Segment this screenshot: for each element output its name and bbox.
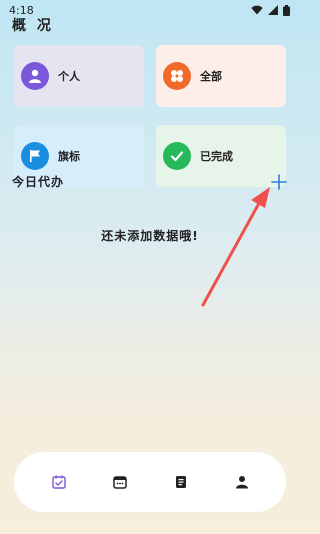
notebook-icon bbox=[175, 476, 186, 488]
person-icon bbox=[235, 476, 248, 489]
nav-today[interactable] bbox=[44, 467, 74, 497]
calendar-icon bbox=[112, 476, 127, 489]
nav-notebook[interactable] bbox=[166, 467, 196, 497]
nav-calendar[interactable] bbox=[105, 467, 135, 497]
nav-profile[interactable] bbox=[227, 467, 257, 497]
bottom-nav bbox=[14, 452, 286, 512]
calendar-check-icon bbox=[51, 475, 66, 489]
